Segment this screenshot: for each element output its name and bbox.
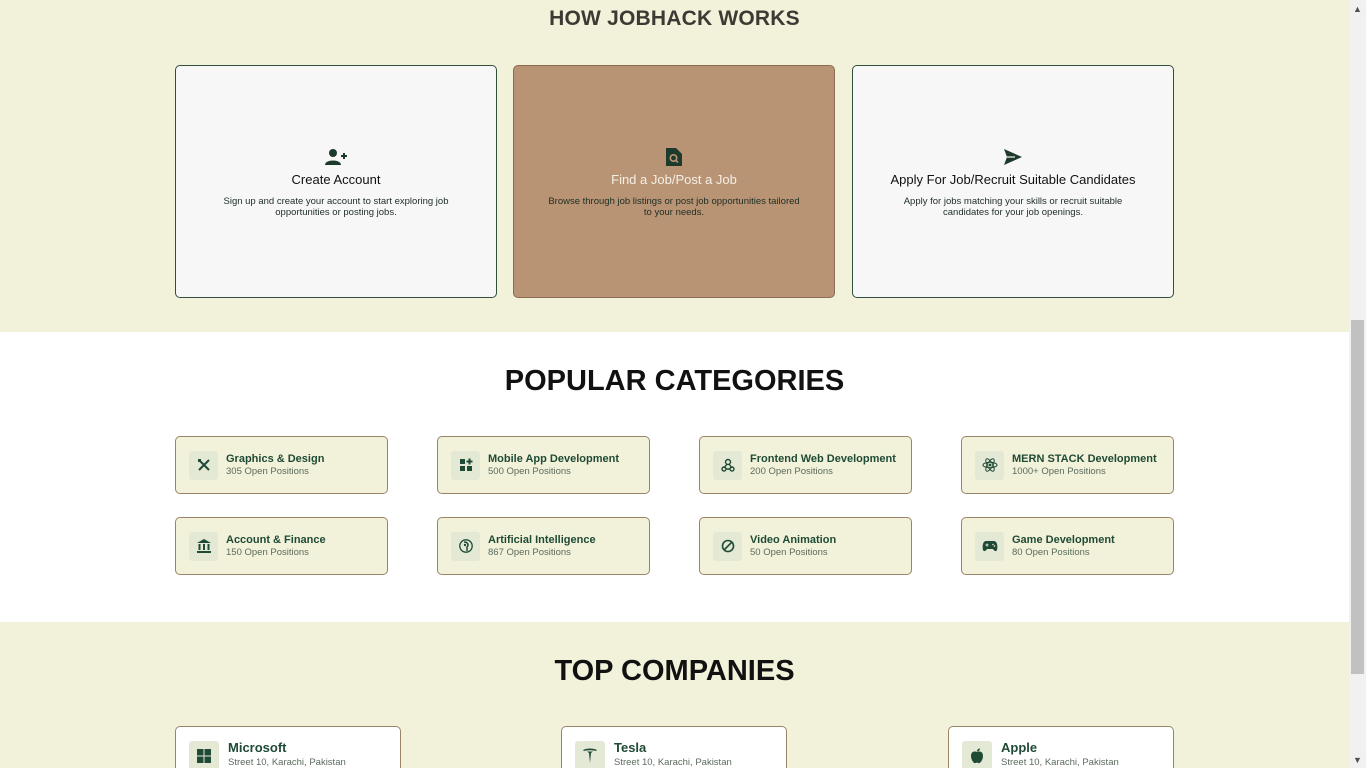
company-address: Street 10, Karachi, Pakistan — [614, 757, 732, 768]
user-plus-icon — [325, 146, 347, 168]
microsoft-icon — [189, 741, 219, 768]
top-companies-section: TOP COMPANIES Microsoft Street 10, Karac… — [0, 622, 1349, 768]
company-name: Apple — [1001, 740, 1038, 755]
how-card-create-account[interactable]: Create Account Sign up and create your a… — [175, 65, 497, 298]
company-address: Street 10, Karachi, Pakistan — [228, 757, 346, 768]
category-count: 305 Open Positions — [226, 465, 309, 477]
company-address: Street 10, Karachi, Pakistan — [1001, 757, 1119, 768]
category-count: 80 Open Positions — [1012, 546, 1090, 558]
ai-head-icon — [451, 531, 480, 561]
tesla-icon — [575, 741, 605, 768]
how-card-title: Apply For Job/Recruit Suitable Candidate… — [890, 171, 1136, 187]
category-card-mobile-app[interactable]: Mobile App Development 500 Open Position… — [437, 436, 650, 494]
scrollbar-thumb[interactable] — [1351, 320, 1364, 674]
design-tools-icon — [189, 450, 218, 480]
how-card-title: Find a Job/Post a Job — [611, 171, 737, 187]
apps-grid-icon — [451, 450, 480, 480]
how-card-desc: Apply for jobs matching your skills or r… — [903, 195, 1123, 218]
category-card-video-animation[interactable]: Video Animation 50 Open Positions — [699, 517, 912, 575]
category-count: 200 Open Positions — [750, 465, 833, 477]
category-count: 50 Open Positions — [750, 546, 828, 558]
category-card-mern-stack[interactable]: MERN STACK Development 1000+ Open Positi… — [961, 436, 1174, 494]
category-count: 1000+ Open Positions — [1012, 465, 1106, 477]
company-card-tesla[interactable]: Tesla Street 10, Karachi, Pakistan — [561, 726, 787, 768]
page: HOW JOBHACK WORKS Create Account Sign up… — [0, 0, 1349, 768]
how-card-apply[interactable]: Apply For Job/Recruit Suitable Candidate… — [852, 65, 1174, 298]
category-name: Account & Finance — [226, 533, 326, 546]
company-name: Microsoft — [228, 740, 287, 755]
category-card-account-finance[interactable]: Account & Finance 150 Open Positions — [175, 517, 388, 575]
category-card-game-development[interactable]: Game Development 80 Open Positions — [961, 517, 1174, 575]
how-it-works-section: HOW JOBHACK WORKS Create Account Sign up… — [0, 0, 1349, 332]
company-card-microsoft[interactable]: Microsoft Street 10, Karachi, Pakistan — [175, 726, 401, 768]
apple-icon — [962, 741, 992, 768]
scroll-down-arrow-icon[interactable]: ▼ — [1349, 751, 1366, 768]
popular-categories-section: POPULAR CATEGORIES Graphics & Design 305… — [0, 332, 1349, 622]
category-card-ai[interactable]: Artificial Intelligence 867 Open Positio… — [437, 517, 650, 575]
how-card-desc: Sign up and create your account to start… — [223, 195, 449, 218]
react-atom-icon — [975, 450, 1004, 480]
page-scrollbar[interactable]: ▲ ▼ — [1349, 0, 1366, 768]
top-companies-heading: TOP COMPANIES — [554, 655, 795, 687]
category-name: MERN STACK Development — [1012, 452, 1157, 465]
category-name: Frontend Web Development — [750, 452, 896, 465]
company-card-apple[interactable]: Apple Street 10, Karachi, Pakistan — [948, 726, 1174, 768]
scroll-up-arrow-icon[interactable]: ▲ — [1349, 0, 1366, 17]
category-name: Artificial Intelligence — [488, 533, 596, 546]
how-card-title: Create Account — [291, 171, 381, 187]
gamepad-icon — [975, 531, 1004, 561]
category-card-graphics-design[interactable]: Graphics & Design 305 Open Positions — [175, 436, 388, 494]
how-card-find-job[interactable]: Find a Job/Post a Job Browse through job… — [513, 65, 835, 298]
category-name: Graphics & Design — [226, 452, 325, 465]
category-card-frontend-web[interactable]: Frontend Web Development 200 Open Positi… — [699, 436, 912, 494]
category-count: 867 Open Positions — [488, 546, 571, 558]
company-name: Tesla — [614, 740, 647, 755]
webhook-icon — [713, 450, 742, 480]
how-card-desc: Browse through job listings or post job … — [548, 195, 800, 218]
file-search-icon — [663, 146, 685, 168]
popular-categories-heading: POPULAR CATEGORIES — [504, 365, 845, 397]
category-name: Video Animation — [750, 533, 837, 546]
category-count: 500 Open Positions — [488, 465, 571, 477]
category-name: Game Development — [1012, 533, 1115, 546]
how-it-works-heading: HOW JOBHACK WORKS — [549, 7, 800, 30]
bank-icon — [189, 531, 218, 561]
film-reel-icon — [713, 531, 742, 561]
paper-plane-icon — [1002, 146, 1024, 168]
category-name: Mobile App Development — [488, 452, 619, 465]
category-count: 150 Open Positions — [226, 546, 309, 558]
